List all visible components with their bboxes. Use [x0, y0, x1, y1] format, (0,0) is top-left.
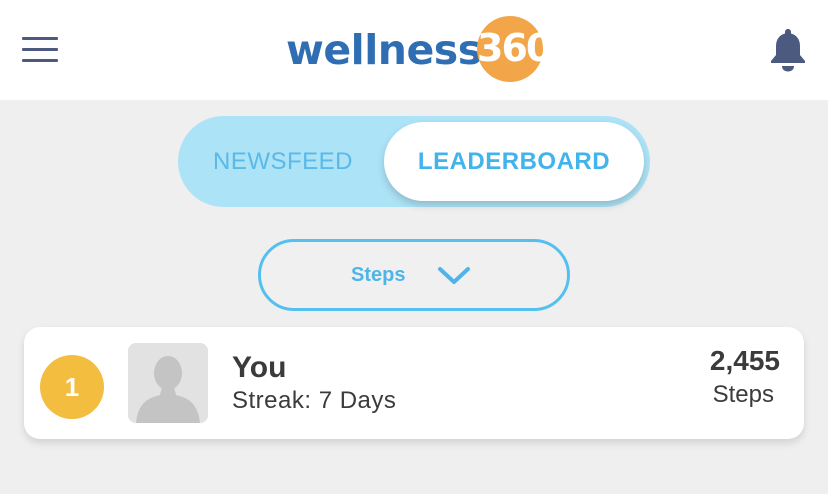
metric-dropdown[interactable]: Steps [258, 239, 570, 311]
app-header: wellness 360 [0, 0, 828, 100]
chevron-down-icon [437, 264, 471, 286]
bell-icon[interactable] [768, 26, 808, 72]
steps-count: 2,455 [709, 345, 780, 376]
rank-badge: 1 [40, 355, 104, 419]
user-name: You [232, 351, 287, 384]
streak-text: Streak: 7 Days [232, 387, 397, 414]
steps-unit-label: Steps [712, 381, 774, 408]
feed-toggle: NEWSFEED LEADERBOARD [178, 116, 650, 207]
tab-leaderboard[interactable]: LEADERBOARD [384, 122, 644, 201]
logo-wordmark: wellness [286, 26, 482, 74]
tab-newsfeed[interactable]: NEWSFEED [178, 116, 388, 207]
leaderboard-row[interactable]: 1 You Streak: 7 Days 2,455 Steps [24, 327, 804, 439]
logo-number: 360 [477, 26, 552, 70]
avatar-placeholder-icon [128, 343, 208, 423]
app-logo: wellness 360 [286, 16, 552, 84]
hamburger-icon[interactable] [22, 37, 58, 63]
dropdown-selected-value: Steps [351, 264, 406, 286]
